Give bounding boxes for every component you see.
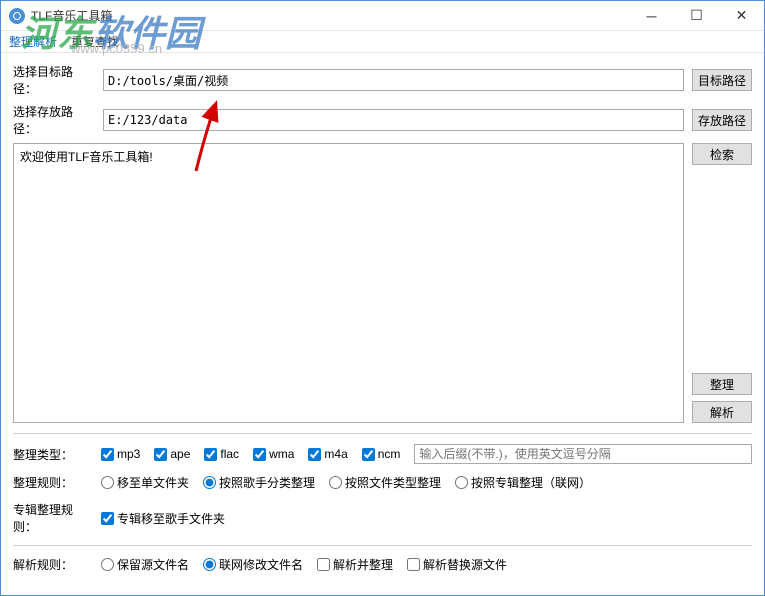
window-title: TLF音乐工具箱 bbox=[31, 7, 629, 24]
target-path-input[interactable] bbox=[103, 69, 684, 91]
checkbox-ncm[interactable]: ncm bbox=[362, 447, 401, 461]
checkbox-parse-organize[interactable]: 解析并整理 bbox=[317, 556, 393, 573]
radio-by-filetype[interactable]: 按照文件类型整理 bbox=[329, 474, 441, 491]
close-button[interactable]: ✕ bbox=[719, 1, 764, 30]
radio-by-singer[interactable]: 按照歌手分类整理 bbox=[203, 474, 315, 491]
radio-single-folder[interactable]: 移至单文件夹 bbox=[101, 474, 189, 491]
divider bbox=[13, 433, 752, 434]
parse-button[interactable]: 解析 bbox=[692, 401, 752, 423]
organize-button[interactable]: 整理 bbox=[692, 373, 752, 395]
organize-rule-label: 整理规则： bbox=[13, 474, 95, 491]
checkbox-flac[interactable]: flac bbox=[204, 447, 239, 461]
menu-duplicate-find[interactable]: 重复查找 bbox=[71, 33, 119, 50]
save-path-button[interactable]: 存放路径 bbox=[692, 109, 752, 131]
search-button[interactable]: 检索 bbox=[692, 143, 752, 165]
menubar: 整理解析 重复查找 bbox=[1, 31, 764, 53]
save-path-label: 选择存放路径： bbox=[13, 103, 95, 137]
log-welcome-text: 欢迎使用TLF音乐工具箱! bbox=[20, 150, 153, 164]
checkbox-wma[interactable]: wma bbox=[253, 447, 294, 461]
app-icon bbox=[9, 8, 25, 24]
extension-input[interactable] bbox=[414, 444, 752, 464]
parse-rule-label: 解析规则： bbox=[13, 556, 95, 573]
target-path-label: 选择目标路径： bbox=[13, 63, 95, 97]
save-path-input[interactable] bbox=[103, 109, 684, 131]
radio-by-album[interactable]: 按照专辑整理（联网） bbox=[455, 474, 591, 491]
radio-online-rename[interactable]: 联网修改文件名 bbox=[203, 556, 303, 573]
checkbox-m4a[interactable]: m4a bbox=[308, 447, 347, 461]
checkbox-parse-replace[interactable]: 解析替换源文件 bbox=[407, 556, 507, 573]
minimize-button[interactable]: ─ bbox=[629, 1, 674, 30]
titlebar: TLF音乐工具箱 ─ ☐ ✕ bbox=[1, 1, 764, 31]
window-controls: ─ ☐ ✕ bbox=[629, 1, 764, 30]
checkbox-mp3[interactable]: mp3 bbox=[101, 447, 140, 461]
target-path-button[interactable]: 目标路径 bbox=[692, 69, 752, 91]
checkbox-ape[interactable]: ape bbox=[154, 447, 190, 461]
divider bbox=[13, 545, 752, 546]
radio-keep-filename[interactable]: 保留源文件名 bbox=[101, 556, 189, 573]
checkbox-album-to-singer[interactable]: 专辑移至歌手文件夹 bbox=[101, 510, 225, 527]
log-textarea[interactable]: 欢迎使用TLF音乐工具箱! bbox=[13, 143, 684, 423]
maximize-button[interactable]: ☐ bbox=[674, 1, 719, 30]
type-label: 整理类型： bbox=[13, 446, 95, 463]
menu-organize-parse[interactable]: 整理解析 bbox=[9, 33, 57, 50]
album-rule-label: 专辑整理规则： bbox=[13, 501, 95, 535]
